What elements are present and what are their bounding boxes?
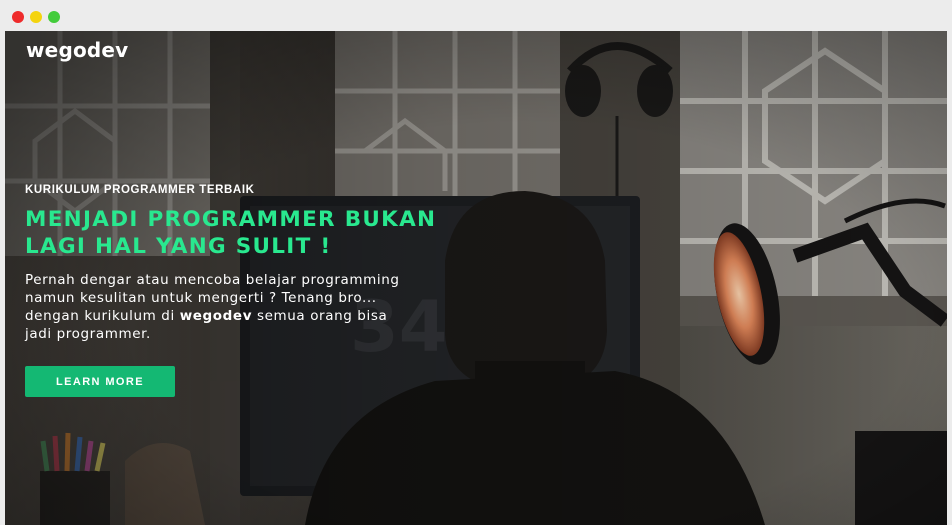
hero-headline-line-1: MENJADI PROGRAMMER BUKAN [25, 207, 437, 232]
maximize-window-button[interactable] [48, 11, 60, 23]
browser-titlebar [0, 0, 952, 31]
hero-description-line-3-pre: dengan kurikulum di [25, 308, 180, 324]
hero-description-line-4: jadi programmer. [25, 326, 151, 342]
hero-description-line-1: Pernah dengar atau mencoba belajar progr… [25, 272, 400, 288]
hero-headline-line-2: LAGI HAL YANG SULIT ! [25, 234, 332, 259]
minimize-window-button[interactable] [30, 11, 42, 23]
hero-section: 34 [5, 31, 947, 525]
hero-headline: MENJADI PROGRAMMER BUKAN LAGI HAL YANG S… [25, 206, 445, 260]
hero-description-brand: wegodev [179, 308, 253, 324]
hero-eyebrow: KURIKULUM PROGRAMMER TERBAIK [25, 184, 255, 196]
hero-description-line-2: namun kesulitan untuk mengerti ? Tenang … [25, 290, 377, 306]
close-window-button[interactable] [12, 11, 24, 23]
brand-logo[interactable]: wegodev [26, 38, 128, 62]
hero-description: Pernah dengar atau mencoba belajar progr… [25, 271, 445, 343]
learn-more-button[interactable]: LEARN MORE [25, 366, 175, 397]
hero-description-line-3-post: semua orang bisa [252, 308, 388, 324]
